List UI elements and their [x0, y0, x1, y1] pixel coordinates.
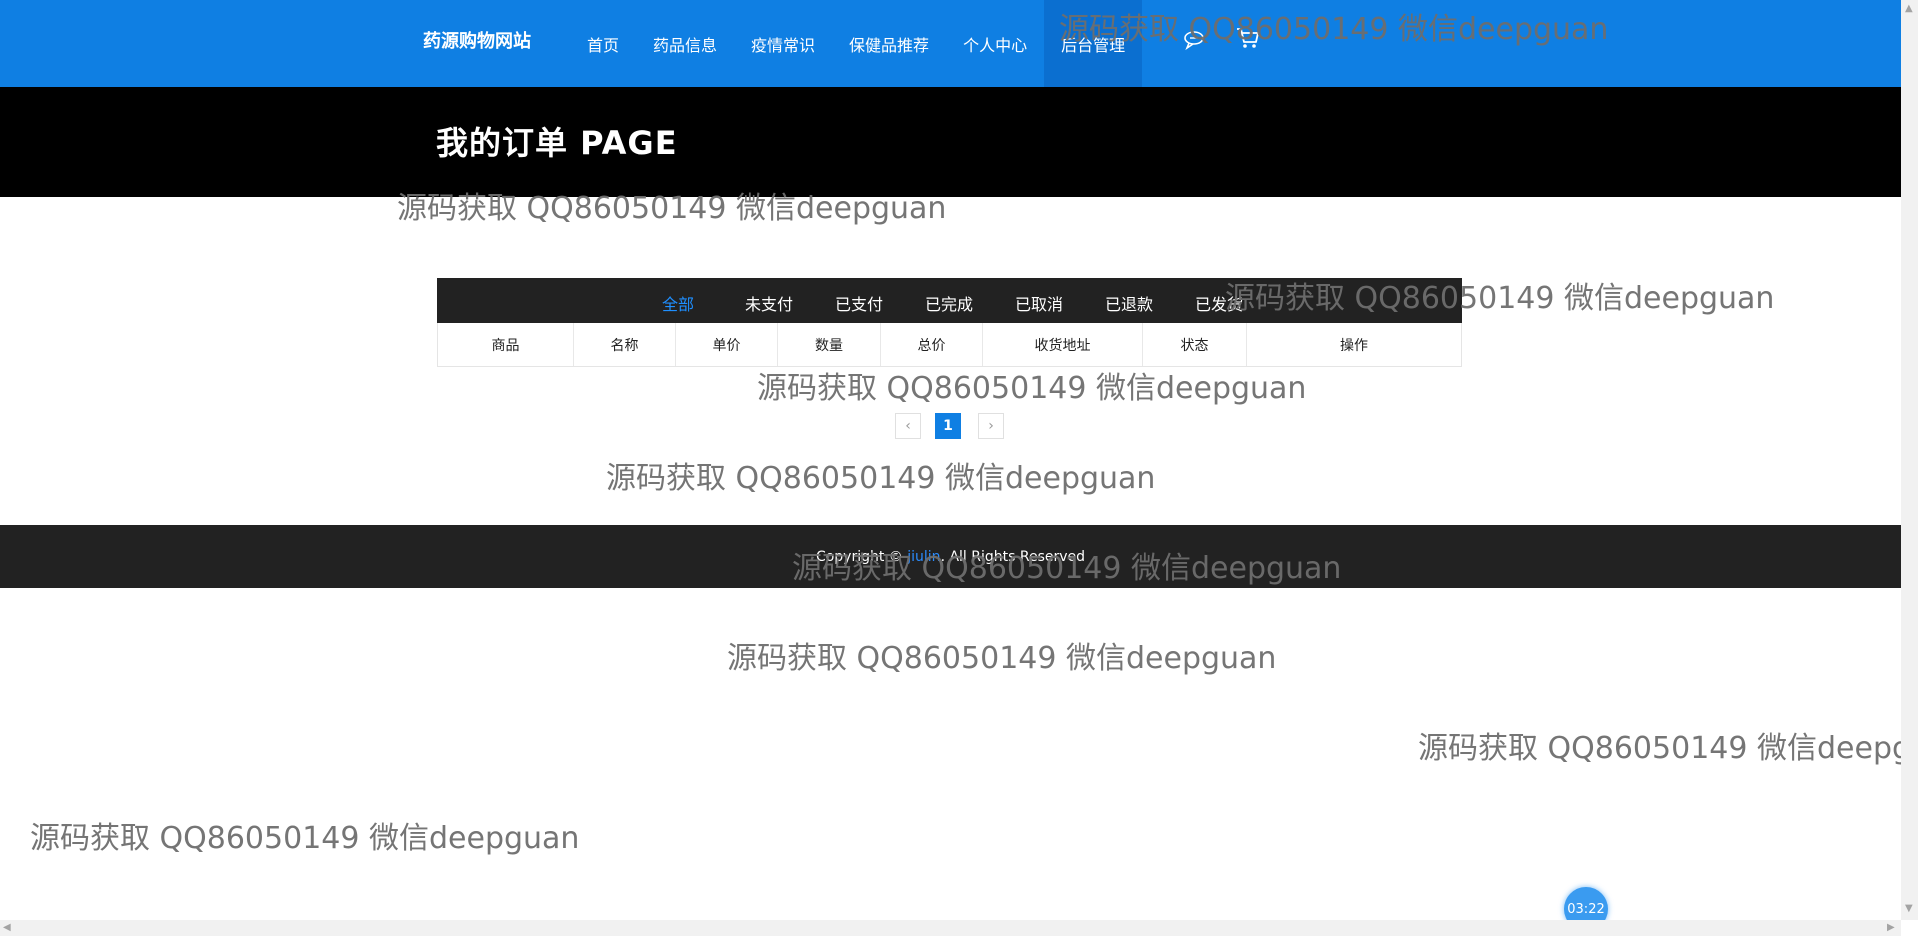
tab-paid[interactable]: 已支付: [835, 291, 883, 315]
cart-icon[interactable]: [1235, 25, 1261, 51]
col-total: 总价: [881, 323, 983, 366]
page-banner: [0, 87, 1901, 197]
copyright-text: Copyright © jiulin. All Rights Reserved: [815, 549, 1086, 565]
scroll-down-icon[interactable]: ▼: [1905, 903, 1913, 914]
scroll-right-icon[interactable]: ▶: [1887, 922, 1895, 933]
scroll-left-icon[interactable]: ◀: [3, 922, 11, 933]
nav-medicine-info[interactable]: 药品信息: [636, 0, 734, 87]
tab-shipped[interactable]: 已发货: [1195, 291, 1243, 315]
nav-personal-center[interactable]: 个人中心: [946, 0, 1044, 87]
chat-icon[interactable]: [1182, 28, 1206, 52]
site-logo[interactable]: 药源购物网站: [423, 27, 531, 53]
tab-refunded[interactable]: 已退款: [1105, 291, 1153, 315]
order-status-tabs: 全部 未支付 已支付 已完成 已取消 已退款 已发货: [437, 278, 1462, 323]
nav-admin[interactable]: 后台管理: [1044, 0, 1143, 87]
orders-table: 商品 名称 单价 数量 总价 收货地址 状态 操作: [437, 323, 1462, 367]
watermark: 源码获取 QQ86050149 微信deepguan: [606, 461, 1156, 496]
watermark: 源码获取 QQ86050149 微信deepguan: [1418, 731, 1901, 766]
watermark: 源码获取 QQ86050149 微信deepguan: [757, 371, 1307, 406]
col-actions: 操作: [1340, 337, 1368, 354]
prev-page-button[interactable]: ‹: [895, 413, 921, 439]
nav-epidemic-knowledge[interactable]: 疫情常识: [734, 0, 832, 87]
tab-unpaid[interactable]: 未支付: [745, 291, 793, 315]
timer-badge[interactable]: 03:22: [1564, 887, 1608, 920]
watermark: 源码获取 QQ86050149 微信deepguan: [727, 641, 1277, 676]
footer-brand-link[interactable]: jiulin: [907, 549, 940, 565]
col-status: 状态: [1143, 323, 1247, 366]
nav-health-products[interactable]: 保健品推荐: [832, 0, 946, 87]
tab-completed[interactable]: 已完成: [925, 291, 973, 315]
col-address: 收货地址: [983, 323, 1143, 366]
page-title: 我的订单 PAGE: [436, 124, 678, 162]
next-page-button[interactable]: ›: [978, 413, 1004, 439]
col-quantity: 数量: [778, 323, 881, 366]
col-unit-price: 单价: [676, 323, 778, 366]
col-product: 商品: [438, 323, 574, 366]
col-name: 名称: [574, 323, 676, 366]
vertical-scrollbar[interactable]: ▲ ▼: [1901, 0, 1918, 920]
watermark: 源码获取 QQ86050149 微信deepguan: [30, 821, 580, 856]
main-nav: 首页 药品信息 疫情常识 保健品推荐 个人中心 后台管理: [570, 0, 1143, 87]
top-navbar: 药源购物网站 首页 药品信息 疫情常识 保健品推荐 个人中心 后台管理: [0, 0, 1901, 87]
tab-cancelled[interactable]: 已取消: [1015, 291, 1063, 315]
scroll-up-icon[interactable]: ▲: [1905, 3, 1913, 14]
nav-home[interactable]: 首页: [570, 0, 636, 87]
page-1-button[interactable]: 1: [935, 413, 961, 439]
tab-all[interactable]: 全部: [662, 291, 694, 315]
page-viewport: 药源购物网站 首页 药品信息 疫情常识 保健品推荐 个人中心 后台管理 我的订单…: [0, 0, 1901, 920]
horizontal-scrollbar[interactable]: ◀ ▶: [0, 920, 1901, 936]
